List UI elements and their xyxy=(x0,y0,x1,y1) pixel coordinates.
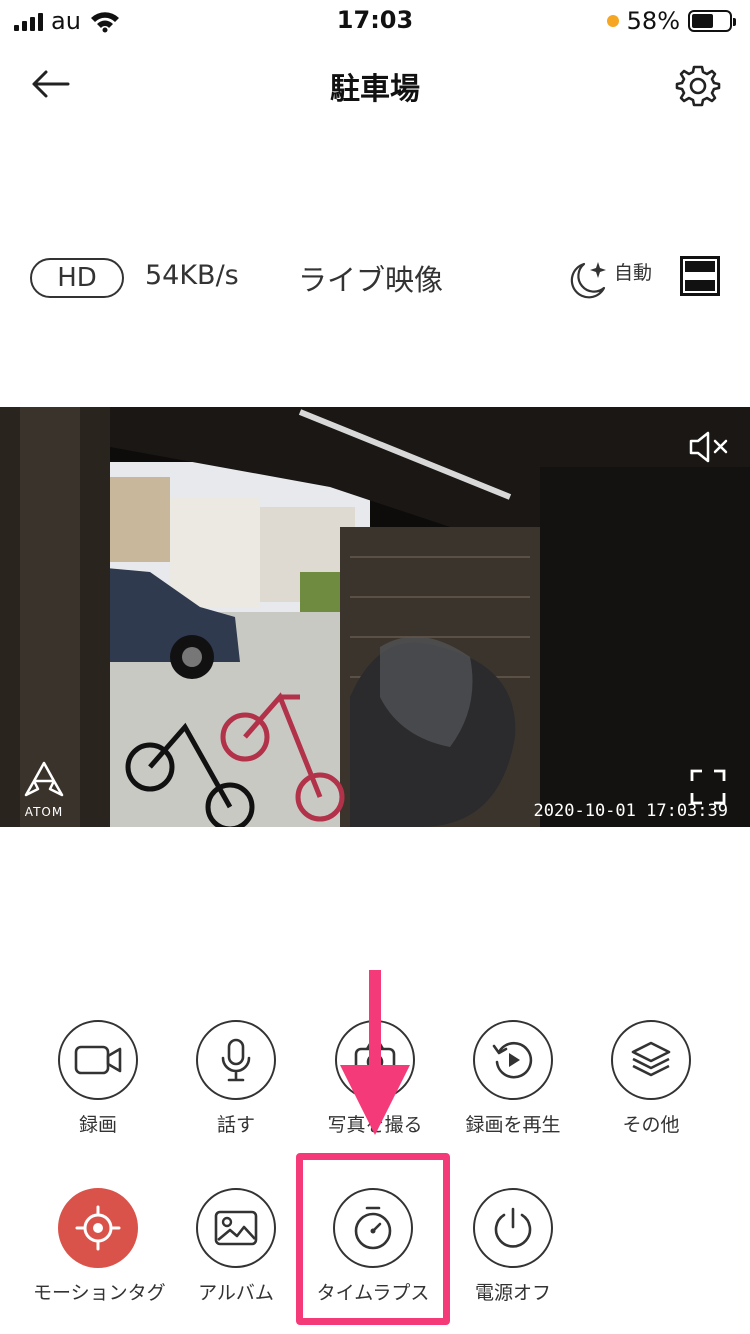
atom-logo-icon xyxy=(24,761,64,797)
live-video-view[interactable]: ATOM 2020-10-01 17:03:39 xyxy=(0,407,750,827)
record-label: 録画 xyxy=(78,1114,117,1136)
status-bar: au 17:03 58% xyxy=(0,0,750,44)
mute-button[interactable] xyxy=(688,429,730,465)
motion-tag-circle xyxy=(58,1188,138,1268)
split-view-button[interactable] xyxy=(680,256,720,296)
battery-percent: 58% xyxy=(626,7,680,35)
status-right: 58% xyxy=(606,6,736,36)
talk-label: 話す xyxy=(216,1114,255,1136)
talk-circle xyxy=(196,1020,276,1100)
record-circle xyxy=(58,1020,138,1100)
page-title: 駐車場 xyxy=(330,72,420,107)
timelapse-highlight-frame xyxy=(296,1153,450,1325)
target-icon xyxy=(75,1205,121,1251)
more-circle xyxy=(611,1020,691,1100)
microphone-icon xyxy=(221,1038,251,1082)
image-icon xyxy=(214,1210,258,1246)
camera-feed-image xyxy=(0,407,750,827)
stream-info-row: HD 54KB/s ライブ映像 自動 xyxy=(0,244,750,314)
night-mode-button[interactable]: 自動 xyxy=(566,252,656,302)
fullscreen-button[interactable] xyxy=(690,769,726,805)
pointer-arrow-icon xyxy=(340,970,410,1135)
moon-icon xyxy=(570,262,606,299)
power-off-circle xyxy=(473,1188,553,1268)
nav-bar: 駐車場 xyxy=(0,44,750,124)
power-off-label: 電源オフ xyxy=(474,1282,551,1304)
power-icon xyxy=(494,1207,532,1248)
power-off-button[interactable]: 電源オフ xyxy=(448,1188,578,1305)
gear-icon xyxy=(675,65,721,107)
split-top-bar xyxy=(685,261,715,272)
split-bottom-bar xyxy=(685,280,715,291)
fullscreen-icon xyxy=(690,769,726,805)
bitrate-label: 54KB/s xyxy=(145,260,239,291)
album-circle xyxy=(196,1188,276,1268)
night-mode-label: 自動 xyxy=(614,262,653,284)
battery-icon xyxy=(688,10,736,32)
settings-button[interactable] xyxy=(674,62,722,110)
motion-tag-label: モーションタグ xyxy=(33,1282,166,1304)
playback-label: 録画を再生 xyxy=(465,1114,561,1136)
talk-button[interactable]: 話す xyxy=(171,1020,301,1137)
quality-toggle[interactable]: HD xyxy=(30,258,124,298)
video-timestamp: 2020-10-01 17:03:39 xyxy=(533,801,728,821)
record-button[interactable]: 録画 xyxy=(33,1020,163,1137)
album-button[interactable]: アルバム xyxy=(171,1188,301,1305)
atom-logo: ATOM xyxy=(18,759,70,819)
motion-tag-button[interactable]: モーションタグ xyxy=(33,1188,166,1305)
layers-icon xyxy=(631,1041,671,1077)
more-label: その他 xyxy=(622,1114,680,1136)
atom-logo-text: ATOM xyxy=(24,805,64,819)
playback-icon xyxy=(492,1041,533,1079)
live-video-label: ライブ映像 xyxy=(298,263,444,297)
playback-button[interactable]: 録画を再生 xyxy=(448,1020,578,1137)
speaker-muted-icon xyxy=(689,431,728,463)
more-button[interactable]: その他 xyxy=(586,1020,716,1137)
video-camera-icon xyxy=(74,1045,122,1075)
playback-circle xyxy=(473,1020,553,1100)
orange-dot-icon xyxy=(606,15,619,27)
album-label: アルバム xyxy=(198,1282,274,1304)
